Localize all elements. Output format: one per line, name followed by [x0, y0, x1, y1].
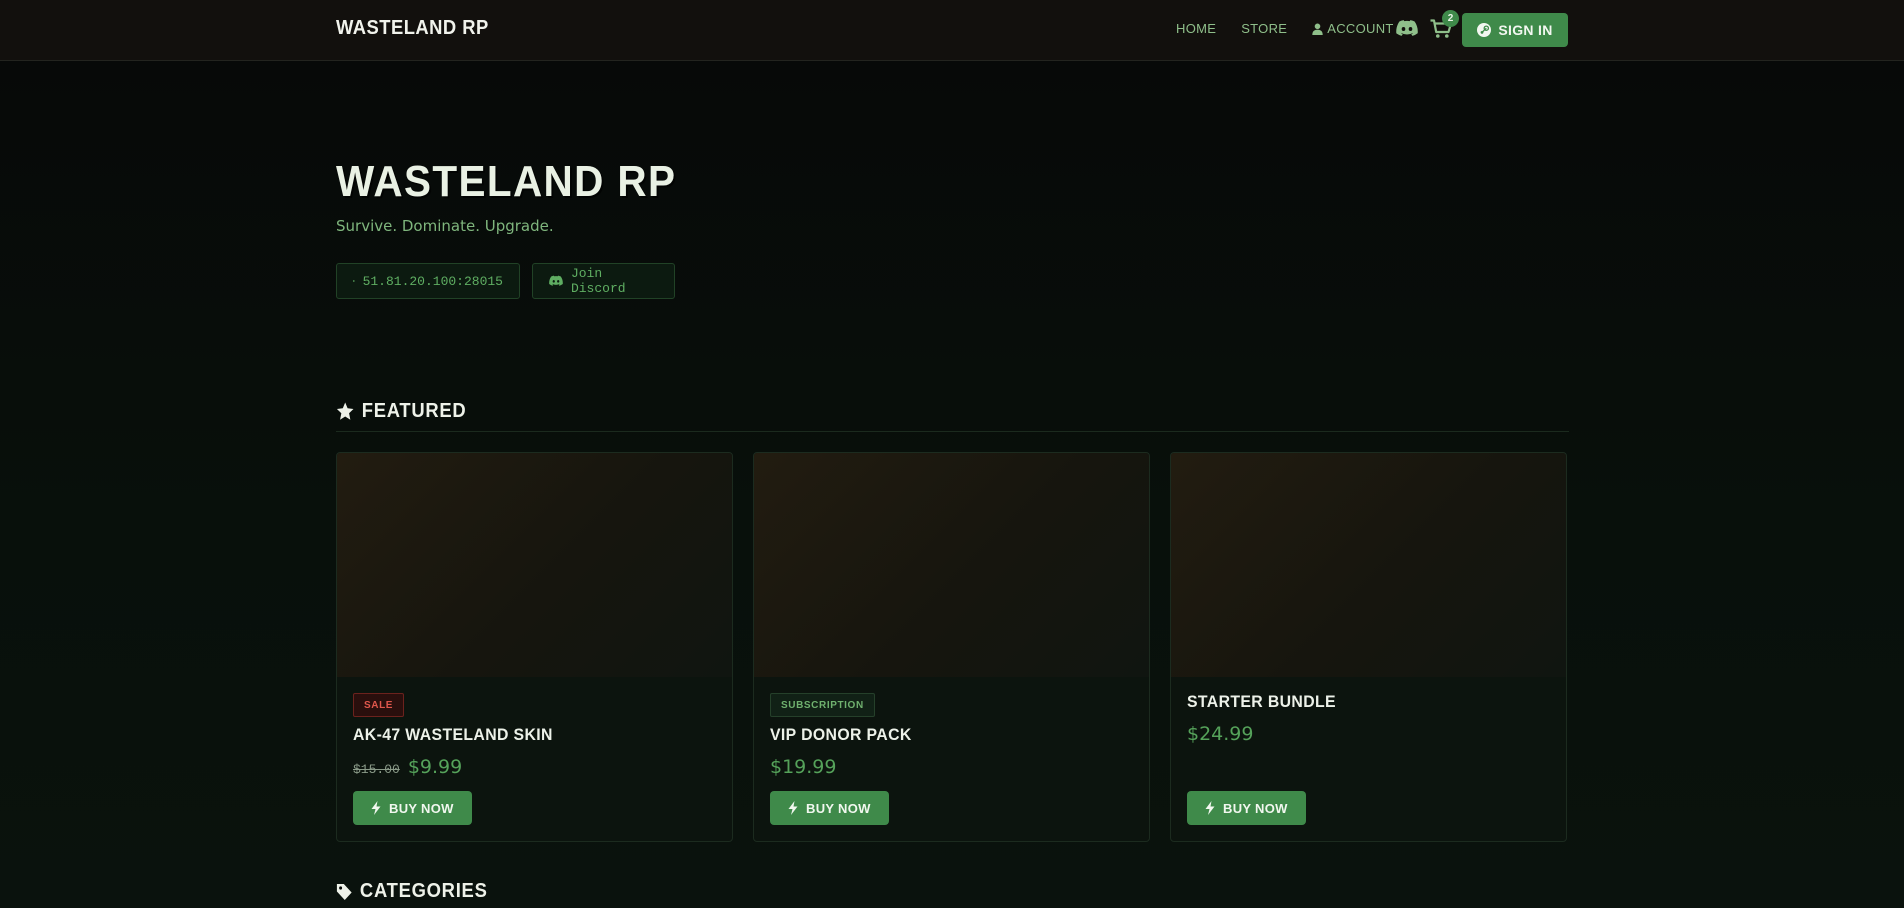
- top-nav: WASTELAND RP HOME STORE ACCOUNT 2 SIGN I…: [0, 0, 1904, 61]
- section-divider: [336, 431, 1569, 432]
- discord-icon: [1396, 20, 1418, 36]
- bolt-icon: [1205, 801, 1215, 815]
- join-discord-label: Join Discord: [570, 266, 626, 296]
- featured-heading-label: FEATURED: [361, 400, 467, 422]
- product-name: STARTER BUNDLE: [1187, 692, 1336, 711]
- bolt-icon: [788, 801, 798, 815]
- steam-icon: [1477, 23, 1492, 37]
- product-card[interactable]: SUBSCRIPTION VIP DONOR PACK $19.99 BUY N…: [753, 452, 1150, 842]
- nav-account-link[interactable]: ACCOUNT: [1312, 21, 1393, 36]
- star-icon: [336, 402, 354, 420]
- brand-logo[interactable]: WASTELAND RP: [336, 17, 489, 40]
- original-price: $15.00: [353, 762, 400, 777]
- discord-nav-button[interactable]: [1396, 20, 1418, 41]
- price-row: $15.00 $9.99: [353, 756, 462, 778]
- product-image: [337, 453, 732, 677]
- cart-count-badge: 2: [1442, 10, 1459, 27]
- nav-home-link[interactable]: HOME: [1176, 21, 1216, 36]
- nav-account-label: ACCOUNT: [1327, 21, 1394, 36]
- sign-in-button[interactable]: SIGN IN: [1462, 13, 1568, 47]
- product-price: $24.99: [1187, 723, 1254, 745]
- server-icon: [353, 280, 355, 282]
- join-discord-button[interactable]: Join Discord: [532, 263, 675, 299]
- buy-now-label: BUY NOW: [806, 800, 871, 816]
- product-card[interactable]: STARTER BUNDLE $24.99 BUY NOW: [1170, 452, 1567, 842]
- categories-heading-label: CATEGORIES: [359, 880, 488, 902]
- hero-title: WASTELAND RP: [336, 157, 677, 206]
- buy-now-label: BUY NOW: [389, 800, 454, 816]
- buy-now-button[interactable]: BUY NOW: [770, 791, 889, 825]
- server-ip-text: 51.81.20.100:28015: [362, 273, 503, 289]
- product-name: AK-47 WASTELAND SKIN: [353, 725, 553, 744]
- sale-badge: SALE: [353, 693, 405, 717]
- product-image: [1171, 453, 1566, 677]
- server-ip-button[interactable]: 51.81.20.100:28015: [336, 263, 520, 299]
- discord-icon: [549, 275, 563, 286]
- user-icon: [1312, 23, 1323, 35]
- hero-subtitle: Survive. Dominate. Upgrade.: [336, 217, 554, 235]
- sign-in-label: SIGN IN: [1498, 22, 1553, 38]
- price-row: $19.99: [770, 756, 836, 778]
- product-price: $19.99: [770, 756, 837, 778]
- nav-links: HOME STORE ACCOUNT: [1176, 21, 1394, 36]
- cart-button[interactable]: 2: [1430, 10, 1459, 43]
- product-name: VIP DONOR PACK: [770, 725, 912, 744]
- price-row: $24.99: [1187, 723, 1253, 745]
- subscription-badge: SUBSCRIPTION: [770, 693, 875, 717]
- nav-store-link[interactable]: STORE: [1241, 21, 1287, 36]
- buy-now-button[interactable]: BUY NOW: [1187, 791, 1306, 825]
- product-card[interactable]: SALE AK-47 WASTELAND SKIN $15.00 $9.99 B…: [336, 452, 733, 842]
- featured-heading: FEATURED: [336, 400, 466, 423]
- product-image: [754, 453, 1149, 677]
- tag-icon: [336, 883, 352, 900]
- buy-now-label: BUY NOW: [1223, 800, 1288, 816]
- product-price: $9.99: [407, 756, 463, 778]
- categories-heading: CATEGORIES: [336, 880, 488, 903]
- bolt-icon: [371, 801, 381, 815]
- buy-now-button[interactable]: BUY NOW: [353, 791, 472, 825]
